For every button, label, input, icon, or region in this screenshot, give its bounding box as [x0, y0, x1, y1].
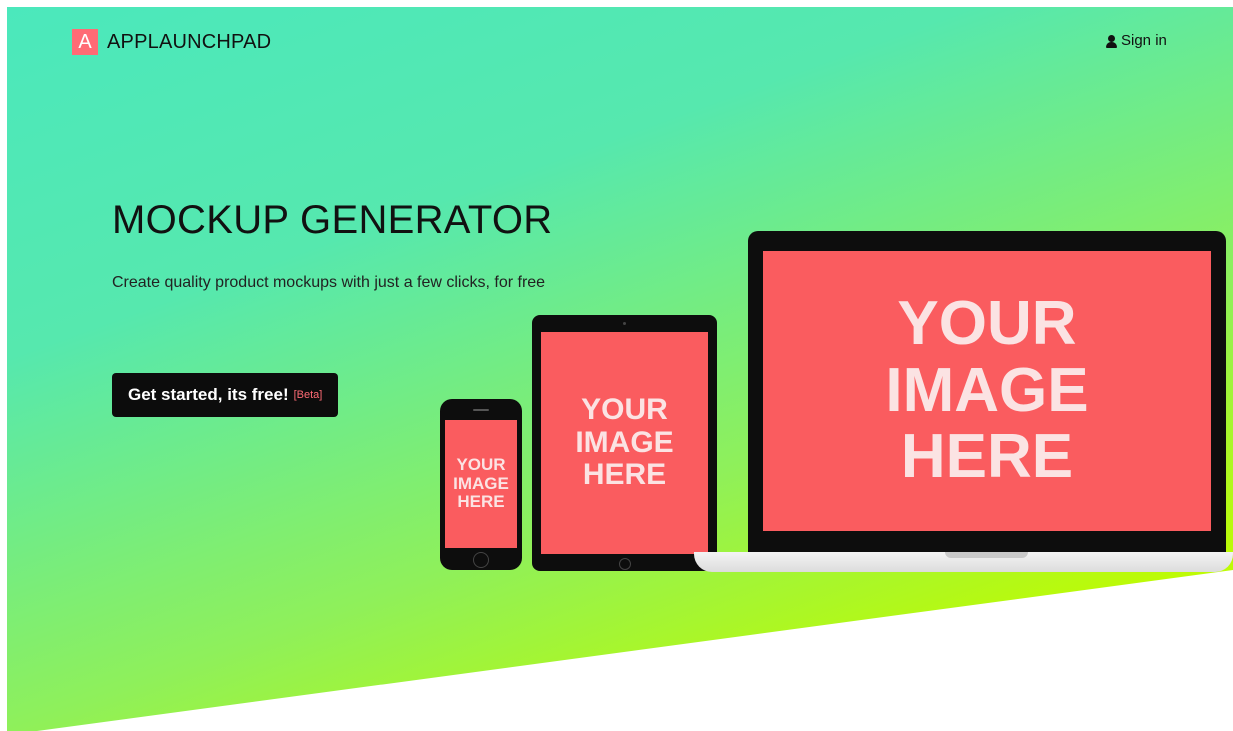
get-started-button[interactable]: Get started, its free! [Beta] [112, 373, 339, 417]
get-started-label: Get started, its free! [128, 385, 289, 404]
sign-in-link[interactable]: Sign in [1106, 32, 1167, 49]
laptop-notch [945, 552, 1028, 558]
laptop-screen: YOUR IMAGE HERE [763, 251, 1211, 531]
hero-subtitle: Create quality product mockups with just… [112, 274, 546, 291]
laptop-mockup: YOUR IMAGE HERE [748, 231, 1226, 556]
brand-logo[interactable]: A APPLAUNCHPAD [72, 29, 271, 55]
tablet-screen: YOUR IMAGE HERE [541, 332, 708, 554]
beta-badge: [Beta] [293, 389, 323, 401]
placeholder-line: HERE [457, 492, 505, 512]
placeholder-line: IMAGE [885, 355, 1089, 425]
tablet-camera [623, 322, 626, 325]
brand-name: APPLAUNCHPAD [107, 30, 272, 53]
placeholder-line: YOUR [581, 393, 668, 427]
placeholder-line: IMAGE [575, 425, 674, 459]
user-icon [1106, 34, 1117, 48]
placeholder-line: YOUR [897, 288, 1077, 358]
phone-home-button [473, 552, 489, 568]
placeholder-line: HERE [900, 422, 1074, 492]
phone-speaker [473, 409, 489, 411]
placeholder-line: YOUR [456, 455, 506, 475]
tablet-home-button [619, 558, 631, 570]
page-title: MOCKUP GENERATOR [112, 198, 553, 242]
phone-screen: YOUR IMAGE HERE [445, 420, 517, 548]
brand-mark-icon: A [72, 29, 98, 55]
placeholder-line: IMAGE [453, 473, 509, 493]
tablet-mockup: YOUR IMAGE HERE [532, 315, 717, 571]
phone-mockup: YOUR IMAGE HERE [440, 399, 522, 570]
sign-in-label: Sign in [1121, 32, 1167, 49]
placeholder-line: HERE [582, 458, 667, 492]
